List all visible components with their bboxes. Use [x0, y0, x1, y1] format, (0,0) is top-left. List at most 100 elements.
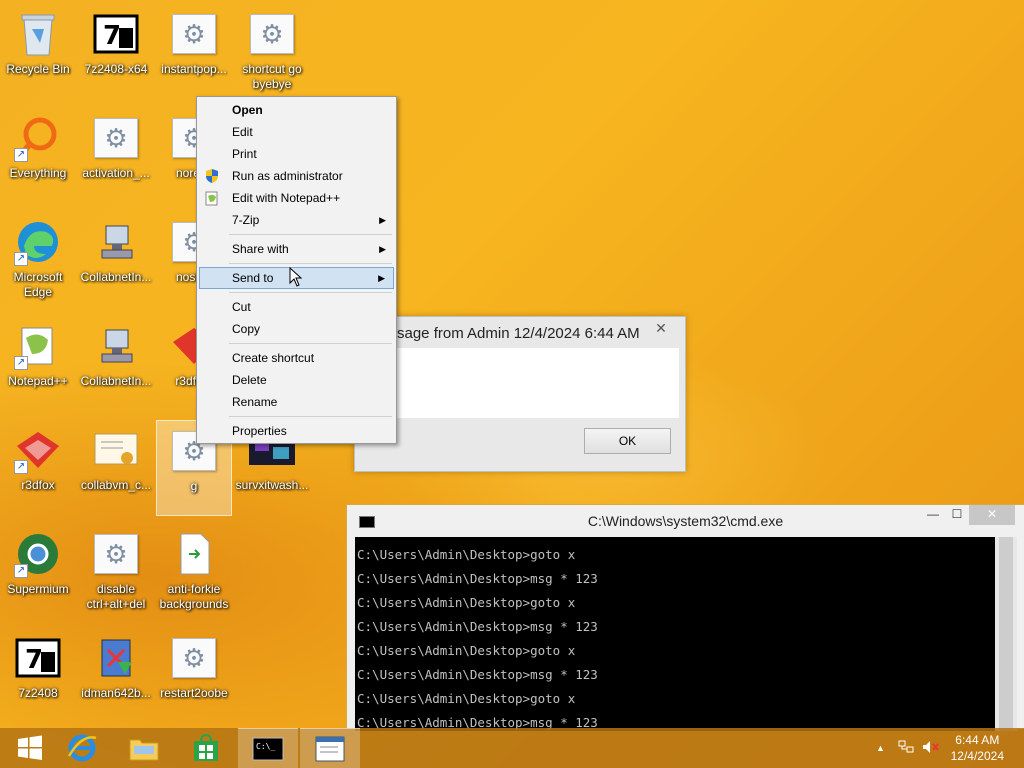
desktop-icon-everything[interactable]: ↗ Everything [0, 108, 76, 204]
menu-item-label: Properties [232, 424, 287, 438]
menu-item-label: Open [232, 103, 263, 117]
desktop-icon-label: disable ctrl+alt+del [86, 582, 146, 611]
menu-separator [229, 263, 392, 264]
start-button[interactable] [0, 728, 60, 768]
menu-item-label: Copy [232, 322, 261, 336]
taskbar-file-explorer[interactable] [114, 728, 174, 768]
desktop-icon-recycle-bin[interactable]: Recycle Bin [0, 4, 76, 100]
desktop-icon-collabnetin-2[interactable]: CollabnetIn... [78, 316, 154, 412]
volume-muted-icon[interactable] [922, 740, 940, 757]
close-button[interactable]: ✕ [969, 505, 1015, 525]
shortcut-arrow-icon: ↗ [14, 356, 28, 370]
ok-button[interactable]: OK [584, 428, 671, 454]
everything-search-icon: ↗ [14, 114, 62, 162]
menu-item-delete[interactable]: Delete [199, 369, 394, 391]
store-icon [194, 733, 218, 761]
desktop-icon-microsoft-edge[interactable]: ↗ Microsoft Edge [0, 212, 76, 308]
desktop-icon-label: g [190, 479, 198, 493]
menu-item-run-as-admin[interactable]: Run as administrator [199, 165, 394, 187]
menu-item-7zip[interactable]: 7-Zip ▶ [199, 209, 394, 231]
menu-item-edit[interactable]: Edit [199, 121, 394, 143]
desktop[interactable]: Recycle Bin ↗ Everything ↗ Microsoft Edg… [0, 0, 1024, 731]
desktop-icon-7z2408[interactable]: 7 7z2408 [0, 628, 76, 724]
desktop-icon-restart2oobe[interactable]: ⚙ restart2oobe [156, 628, 232, 724]
cmd-titlebar[interactable]: C:\Windows\system32\cmd.exe — ☐ ✕ [347, 505, 1024, 536]
certificate-icon [92, 426, 140, 474]
message-box-body [363, 348, 679, 418]
menu-item-properties[interactable]: Properties [199, 420, 394, 442]
clock-date: 12/4/2024 [950, 749, 1004, 763]
menu-item-label: Rename [232, 395, 278, 409]
notepadpp-icon [204, 190, 220, 206]
shortcut-arrow-icon: ↗ [14, 460, 28, 474]
console-line: C:\Users\Admin\Desktop>msg * 123 [357, 619, 598, 634]
menu-item-label: Create shortcut [232, 351, 315, 365]
edge-icon: ↗ [14, 218, 62, 266]
vertical-scrollbar[interactable] [995, 537, 1017, 731]
desktop-icon-supermium[interactable]: ↗ Supermium [0, 524, 76, 620]
taskbar-cmd[interactable]: C:\_ [238, 728, 298, 768]
system-clock[interactable]: 6:44 AM 12/4/2024 [951, 732, 1004, 764]
menu-item-edit-notepadpp[interactable]: Edit with Notepad++ [199, 187, 394, 209]
menu-item-label: Edit [232, 125, 253, 139]
show-hidden-icons-icon[interactable]: ▲ [876, 743, 885, 753]
message-box[interactable]: sage from Admin 12/4/2024 6:44 AM ✕ OK [354, 316, 686, 472]
desktop-icon-label: r3dfox [21, 478, 55, 492]
7zip-installer-icon: 7 [92, 10, 140, 58]
submenu-arrow-icon: ▶ [379, 244, 386, 254]
desktop-icon-label: Everything [9, 166, 67, 180]
desktop-icon-collabvm-c[interactable]: collabvm_c... [78, 420, 154, 516]
desktop-icon-label: collabvm_c... [80, 478, 152, 492]
taskbar-internet-explorer[interactable] [52, 728, 112, 768]
desktop-icon-activation[interactable]: ⚙ activation_... [78, 108, 154, 204]
menu-item-share-with[interactable]: Share with ▶ [199, 238, 394, 260]
desktop-icon-label: Notepad++ [8, 374, 68, 388]
menu-item-label: Cut [232, 300, 251, 314]
folder-icon [129, 739, 159, 761]
console-line: C:\Users\Admin\Desktop>goto x [357, 595, 576, 610]
menu-item-create-shortcut[interactable]: Create shortcut [199, 347, 394, 369]
desktop-icon-label: CollabnetIn... [80, 374, 152, 388]
desktop-icon-disable-cad[interactable]: ⚙ disable ctrl+alt+del [78, 524, 154, 620]
registry-file-icon [170, 530, 218, 578]
desktop-icon-idman[interactable]: idman642b... [78, 628, 154, 724]
submenu-arrow-icon: ▶ [378, 273, 385, 283]
menu-separator [229, 234, 392, 235]
menu-item-label: Run as administrator [232, 169, 343, 183]
recycle-bin-icon [14, 10, 62, 58]
menu-item-cut[interactable]: Cut [199, 296, 394, 318]
taskbar-store[interactable] [176, 728, 236, 768]
window-icon [315, 736, 345, 761]
desktop-icon-label: CollabnetIn... [80, 270, 152, 284]
network-computer-icon [92, 322, 140, 370]
idm-installer-icon [92, 634, 140, 682]
desktop-icon-instantpop[interactable]: ⚙ instantpop... [156, 4, 232, 100]
menu-separator [229, 416, 392, 417]
desktop-icon-7z2408-x64[interactable]: 7 7z2408-x64 [78, 4, 154, 100]
menu-item-rename[interactable]: Rename [199, 391, 394, 413]
message-box-close-button[interactable]: ✕ [645, 318, 677, 338]
scrollbar-thumb[interactable] [999, 537, 1013, 731]
menu-item-open[interactable]: Open [199, 99, 394, 121]
network-computer-icon [92, 218, 140, 266]
console-output[interactable]: C:\Users\Admin\Desktop>goto x C:\Users\A… [355, 537, 995, 731]
network-icon[interactable] [898, 740, 914, 757]
desktop-icon-shortcut-go-byebye[interactable]: ⚙ shortcut go byebye [234, 4, 310, 100]
cmd-icon: C:\_ [252, 737, 284, 760]
desktop-icon-label: Supermium [7, 582, 69, 596]
desktop-icon-label: instantpop... [161, 62, 227, 76]
menu-item-label: Edit with Notepad++ [232, 191, 341, 205]
desktop-icon-r3dfox[interactable]: ↗ r3dfox [0, 420, 76, 516]
menu-item-print[interactable]: Print [199, 143, 394, 165]
clock-time: 6:44 AM [955, 733, 1000, 747]
taskbar-notepad[interactable] [300, 728, 360, 768]
maximize-button[interactable]: ☐ [943, 505, 971, 525]
menu-item-copy[interactable]: Copy [199, 318, 394, 340]
desktop-icon-collabnetin-1[interactable]: CollabnetIn... [78, 212, 154, 308]
cmd-window[interactable]: C:\Windows\system32\cmd.exe — ☐ ✕ C:\Use… [346, 504, 1024, 731]
desktop-icon-anti-forkie[interactable]: anti-forkie backgrounds [156, 524, 232, 620]
r3dfox-icon: ↗ [14, 426, 62, 474]
script-file-icon: ⚙ [92, 114, 140, 162]
menu-separator [229, 343, 392, 344]
desktop-icon-notepadpp[interactable]: ↗ Notepad++ [0, 316, 76, 412]
